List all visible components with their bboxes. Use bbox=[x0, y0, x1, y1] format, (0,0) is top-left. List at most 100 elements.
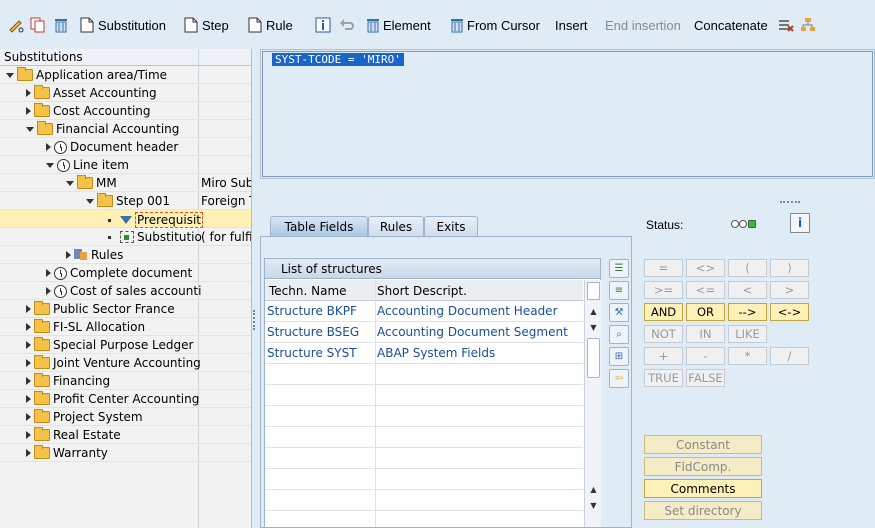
collapse-icon[interactable] bbox=[86, 198, 94, 204]
expand-icon[interactable] bbox=[46, 287, 51, 295]
step-button[interactable]: Step bbox=[184, 15, 229, 35]
expand-all-button[interactable]: ☰ bbox=[609, 259, 629, 278]
expand-icon[interactable] bbox=[26, 449, 31, 457]
collapse-icon[interactable] bbox=[6, 72, 14, 78]
table-scrollbar[interactable]: ▲ ▼ ▲ ▼ bbox=[584, 280, 601, 527]
table-row[interactable]: Structure BKPF Accounting Document Heade… bbox=[265, 301, 583, 322]
op-less-equal-button[interactable]: <= bbox=[686, 281, 725, 299]
op-minus-button[interactable]: - bbox=[686, 347, 725, 365]
tree-structure-button[interactable] bbox=[800, 15, 815, 35]
op-in-button[interactable]: IN bbox=[686, 325, 725, 343]
collapse-icon[interactable] bbox=[66, 180, 74, 186]
column-settings-button[interactable] bbox=[587, 282, 600, 300]
tree-node-joint-venture[interactable]: Joint Venture Accounting bbox=[0, 354, 251, 372]
op-not-button[interactable]: NOT bbox=[644, 325, 683, 343]
scroll-thumb[interactable] bbox=[587, 338, 600, 378]
back-button[interactable]: ⇦ bbox=[609, 369, 629, 388]
tree-node-rules[interactable]: Rules bbox=[0, 246, 251, 264]
expand-icon[interactable] bbox=[26, 323, 31, 331]
collapse-icon[interactable] bbox=[46, 162, 54, 168]
column-header-techn-name[interactable]: Techn. Name bbox=[269, 284, 347, 298]
field-comparison-button[interactable]: FldComp. bbox=[644, 457, 762, 476]
scroll-up-arrow-icon[interactable]: ▲ bbox=[587, 306, 600, 316]
element-button[interactable]: Element bbox=[365, 15, 431, 35]
tree-node-prerequisite[interactable]: Prerequisit bbox=[0, 210, 251, 228]
tree-node-complete-document[interactable]: Complete document bbox=[0, 264, 251, 282]
op-implication-button[interactable]: --> bbox=[728, 303, 767, 321]
expand-icon[interactable] bbox=[26, 305, 31, 313]
delete-button[interactable] bbox=[53, 15, 67, 35]
rule-button[interactable]: Rule bbox=[248, 15, 293, 35]
tree-node-application-area[interactable]: Application area/Time bbox=[0, 66, 251, 84]
end-insertion-button[interactable]: End insertion bbox=[605, 15, 681, 35]
expand-icon[interactable] bbox=[26, 431, 31, 439]
tree-node-line-item[interactable]: Line item bbox=[0, 156, 251, 174]
tree-node-substitution[interactable]: Substitutio ( for fulfil bbox=[0, 228, 251, 246]
undo-button[interactable] bbox=[339, 15, 354, 35]
tree-node-financing[interactable]: Financing bbox=[0, 372, 251, 390]
op-multiply-button[interactable]: * bbox=[728, 347, 767, 365]
comments-button[interactable]: Comments bbox=[644, 479, 762, 498]
toggle-display-change-button[interactable] bbox=[8, 15, 24, 35]
tab-exits[interactable]: Exits bbox=[424, 216, 478, 236]
condition-editor[interactable]: SYST-TCODE = 'MIRO' bbox=[260, 49, 875, 179]
find-button[interactable]: ⌕ bbox=[609, 325, 629, 344]
op-divide-button[interactable]: / bbox=[770, 347, 809, 365]
expand-icon[interactable] bbox=[26, 413, 31, 421]
expand-icon[interactable] bbox=[46, 269, 51, 277]
expand-icon[interactable] bbox=[26, 395, 31, 403]
tree-node-asset-accounting[interactable]: Asset Accounting bbox=[0, 84, 251, 102]
tree-node-public-sector-france[interactable]: Public Sector France bbox=[0, 300, 251, 318]
tree-node-warranty[interactable]: Warranty bbox=[0, 444, 251, 462]
tree-node-step-001[interactable]: Step 001 Foreign T bbox=[0, 192, 251, 210]
expand-icon[interactable] bbox=[26, 341, 31, 349]
op-greater-button[interactable]: > bbox=[770, 281, 809, 299]
op-false-button[interactable]: FALSE bbox=[686, 369, 725, 387]
op-left-paren-button[interactable]: ( bbox=[728, 259, 767, 277]
expand-icon[interactable] bbox=[26, 107, 31, 115]
scroll-down-arrow-icon[interactable]: ▼ bbox=[587, 322, 600, 332]
expand-icon[interactable] bbox=[66, 251, 71, 259]
tab-rules[interactable]: Rules bbox=[368, 216, 424, 236]
tree-node-project-system[interactable]: Project System bbox=[0, 408, 251, 426]
collapse-icon[interactable] bbox=[26, 126, 34, 132]
tree-node-cost-of-sales[interactable]: Cost of sales accounti bbox=[0, 282, 251, 300]
table-row[interactable]: Structure SYST ABAP System Fields bbox=[265, 343, 583, 364]
status-info-button[interactable]: i bbox=[790, 213, 810, 233]
expand-icon[interactable] bbox=[26, 377, 31, 385]
tree-node-real-estate[interactable]: Real Estate bbox=[0, 426, 251, 444]
concatenate-button[interactable]: Concatenate bbox=[694, 15, 768, 35]
expand-icon[interactable] bbox=[26, 89, 31, 97]
scroll-up-arrow-icon[interactable]: ▲ bbox=[587, 484, 600, 494]
insert-button[interactable]: Insert bbox=[555, 15, 588, 35]
op-like-button[interactable]: LIKE bbox=[728, 325, 767, 343]
horizontal-splitter[interactable] bbox=[255, 183, 875, 203]
row-short-descript[interactable]: ABAP System Fields bbox=[377, 346, 495, 360]
from-cursor-button[interactable]: From Cursor bbox=[449, 15, 540, 35]
row-short-descript[interactable]: Accounting Document Segment bbox=[377, 325, 568, 339]
expand-icon[interactable] bbox=[46, 143, 51, 151]
substitution-button[interactable]: Substitution bbox=[80, 15, 166, 35]
op-equivalence-button[interactable]: <-> bbox=[770, 303, 809, 321]
tree-node-profit-center[interactable]: Profit Center Accounting bbox=[0, 390, 251, 408]
op-right-paren-button[interactable]: ) bbox=[770, 259, 809, 277]
scroll-down-arrow-icon[interactable]: ▼ bbox=[587, 500, 600, 510]
tree-node-fi-sl-allocation[interactable]: FI-SL Allocation bbox=[0, 318, 251, 336]
op-not-equal-button[interactable]: <> bbox=[686, 259, 725, 277]
set-directory-button[interactable]: Set directory bbox=[644, 501, 762, 520]
editor-code-text[interactable]: SYST-TCODE = 'MIRO' bbox=[272, 53, 404, 66]
row-short-descript[interactable]: Accounting Document Header bbox=[377, 304, 558, 318]
op-plus-button[interactable]: + bbox=[644, 347, 683, 365]
table-row[interactable]: Structure BSEG Accounting Document Segme… bbox=[265, 322, 583, 343]
op-true-button[interactable]: TRUE bbox=[644, 369, 683, 387]
op-less-button[interactable]: < bbox=[728, 281, 767, 299]
constant-button[interactable]: Constant bbox=[644, 435, 762, 454]
op-or-button[interactable]: OR bbox=[686, 303, 725, 321]
row-techn-name[interactable]: Structure BSEG bbox=[267, 325, 359, 339]
collapse-all-button[interactable]: ≡ bbox=[609, 281, 629, 300]
where-used-button[interactable]: ⚒ bbox=[609, 303, 629, 322]
copy-button[interactable] bbox=[30, 15, 45, 35]
expand-icon[interactable] bbox=[26, 359, 31, 367]
hierarchy-button[interactable]: ⊞ bbox=[609, 347, 629, 366]
vertical-splitter-handle[interactable] bbox=[253, 310, 256, 330]
